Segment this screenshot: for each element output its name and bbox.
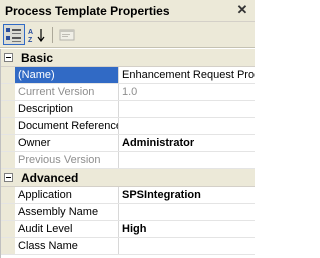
property-toolbar: A Z — [0, 22, 255, 48]
property-value[interactable] — [119, 101, 255, 117]
category-label: Advanced — [21, 171, 79, 185]
category-basic[interactable]: Basic — [1, 49, 255, 67]
property-value[interactable] — [119, 118, 255, 134]
property-pages-button[interactable] — [56, 24, 78, 45]
property-row-document-reference[interactable]: Document Reference — [1, 118, 255, 135]
property-value[interactable]: Enhancement Request Proc — [119, 67, 255, 83]
categorized-icon — [6, 27, 21, 42]
property-value — [119, 152, 255, 168]
panel-title: Process Template Properties — [5, 3, 170, 18]
az-sort-icon: A Z — [28, 28, 45, 43]
collapse-toggle[interactable] — [1, 49, 15, 66]
collapse-minus-icon — [3, 173, 13, 182]
close-icon[interactable]: ✕ — [235, 3, 249, 17]
property-row-previous-version[interactable]: Previous Version — [1, 152, 255, 169]
property-row-description[interactable]: Description — [1, 101, 255, 118]
toolbar-separator — [52, 26, 53, 43]
category-label: Basic — [21, 51, 54, 65]
property-name: (Name) — [15, 67, 119, 83]
property-row-owner[interactable]: Owner Administrator — [1, 135, 255, 152]
property-name: Document Reference — [15, 118, 119, 134]
property-row-assembly-name[interactable]: Assembly Name — [1, 204, 255, 221]
property-value[interactable] — [119, 238, 255, 254]
property-row-current-version[interactable]: Current Version 1.0 — [1, 84, 255, 101]
collapse-toggle[interactable] — [1, 169, 15, 186]
category-advanced[interactable]: Advanced — [1, 169, 255, 187]
property-value[interactable]: Administrator — [119, 135, 255, 151]
collapse-minus-icon — [3, 53, 13, 62]
panel-titlebar: Process Template Properties ✕ — [0, 0, 255, 22]
property-name: Owner — [15, 135, 119, 151]
property-row-class-name[interactable]: Class Name — [1, 238, 255, 255]
property-row-audit-level[interactable]: Audit Level High — [1, 221, 255, 238]
property-name: Assembly Name — [15, 204, 119, 220]
property-value[interactable] — [119, 204, 255, 220]
property-value[interactable]: SPSIntegration — [119, 187, 255, 203]
property-pages-icon — [59, 29, 75, 40]
property-name: Description — [15, 101, 119, 117]
categorized-view-button[interactable] — [3, 24, 25, 45]
property-grid: Basic (Name) Enhancement Request Proc Cu… — [0, 49, 255, 258]
property-value[interactable]: High — [119, 221, 255, 237]
property-value: 1.0 — [122, 86, 138, 98]
svg-text:Z: Z — [28, 37, 33, 43]
property-name: Audit Level — [15, 221, 119, 237]
property-row-application[interactable]: Application SPSIntegration — [1, 187, 255, 204]
property-name: Application — [15, 187, 119, 203]
property-row-name[interactable]: (Name) Enhancement Request Proc — [1, 67, 255, 84]
property-name: Current Version — [15, 84, 119, 100]
property-name: Class Name — [15, 238, 119, 254]
svg-text:A: A — [28, 29, 33, 36]
property-name: Previous Version — [15, 152, 119, 168]
alphabetical-sort-button[interactable]: A Z — [26, 24, 48, 45]
